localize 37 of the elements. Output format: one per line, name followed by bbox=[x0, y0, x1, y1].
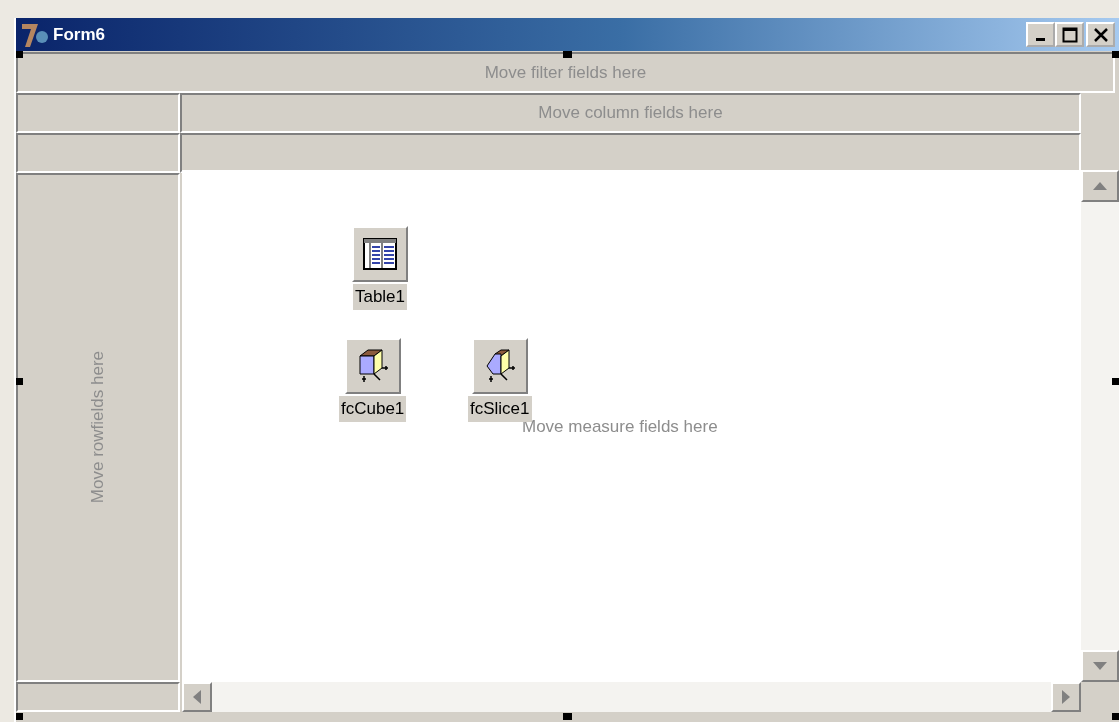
component-button[interactable] bbox=[352, 226, 408, 282]
minimize-icon bbox=[1036, 37, 1045, 41]
filter-area[interactable]: Move filter fields here bbox=[16, 52, 1115, 93]
minimize-button[interactable] bbox=[1026, 22, 1055, 47]
maximize-button[interactable] bbox=[1055, 22, 1084, 47]
selection-handle[interactable] bbox=[1112, 378, 1119, 385]
maximize-icon bbox=[1061, 26, 1078, 43]
selection-handle[interactable] bbox=[16, 51, 23, 58]
left-arrow-icon bbox=[193, 690, 201, 704]
scroll-up-button[interactable] bbox=[1081, 170, 1119, 202]
column-area[interactable]: Move column fields here bbox=[180, 93, 1081, 133]
row-area[interactable]: Move rowfields here bbox=[16, 173, 180, 682]
close-icon bbox=[1092, 27, 1109, 42]
window-title: Form6 bbox=[53, 23, 105, 46]
up-arrow-icon bbox=[1093, 182, 1107, 190]
table-icon bbox=[362, 237, 398, 271]
selection-handle[interactable] bbox=[16, 713, 23, 720]
row-area-hint: Move rowfields here bbox=[87, 351, 109, 504]
selection-handle[interactable] bbox=[563, 713, 572, 720]
selection-handle[interactable] bbox=[1112, 51, 1119, 58]
selection-handle[interactable] bbox=[563, 51, 572, 58]
down-arrow-icon bbox=[1093, 662, 1107, 670]
close-button[interactable] bbox=[1086, 22, 1115, 47]
component-label: fcSlice1 bbox=[468, 396, 532, 422]
filter-area-hint: Move filter fields here bbox=[484, 61, 647, 84]
component-label: fcCube1 bbox=[339, 396, 407, 422]
scroll-right-button[interactable] bbox=[1051, 682, 1081, 712]
component-button[interactable] bbox=[471, 338, 528, 394]
scroll-down-button[interactable] bbox=[1081, 650, 1119, 682]
scroll-left-button[interactable] bbox=[182, 682, 212, 712]
selection-handle[interactable] bbox=[1112, 713, 1119, 720]
column-area-hint: Move column fields here bbox=[538, 102, 723, 125]
right-arrow-icon bbox=[1062, 690, 1070, 704]
component-label: Table1 bbox=[352, 284, 408, 310]
selection-handle[interactable] bbox=[16, 378, 23, 385]
data-area[interactable]: Move measure fields here Table1 fcCube1 fcSlice1 bbox=[182, 170, 1081, 682]
component-button[interactable] bbox=[344, 338, 401, 394]
